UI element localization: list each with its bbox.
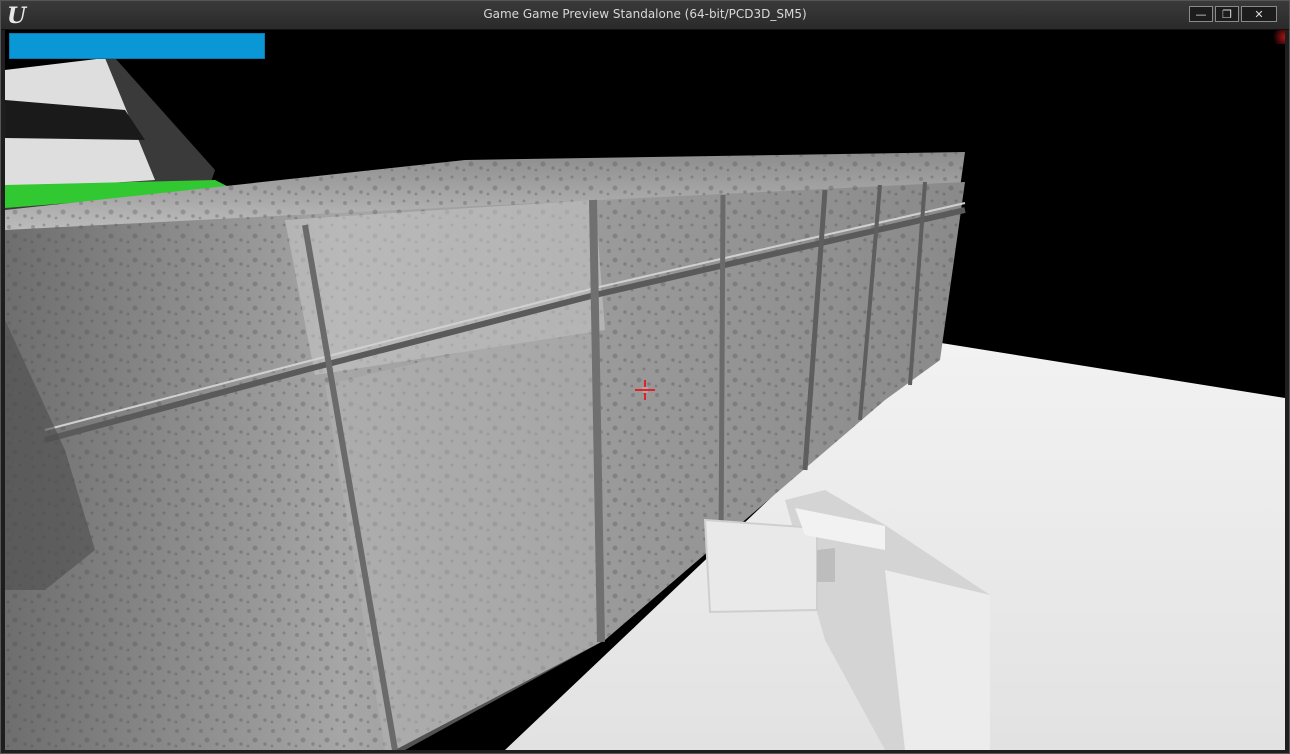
wall-joint — [718, 194, 726, 551]
crosshair-icon — [635, 380, 655, 400]
minimize-button[interactable]: — — [1189, 6, 1213, 22]
window-title: Game Game Preview Standalone (64-bit/PCD… — [483, 7, 807, 21]
title-bar[interactable]: U Game Game Preview Standalone (64-bit/P… — [1, 1, 1289, 30]
indicator-glow — [1269, 30, 1285, 44]
maximize-button[interactable]: ❐ — [1215, 6, 1239, 22]
close-button[interactable]: ✕ — [1241, 6, 1277, 22]
game-window: U Game Game Preview Standalone (64-bit/P… — [0, 0, 1290, 754]
game-viewport[interactable] — [5, 30, 1285, 750]
health-bar — [9, 33, 265, 59]
window-controls: — ❐ ✕ — [1189, 6, 1277, 22]
